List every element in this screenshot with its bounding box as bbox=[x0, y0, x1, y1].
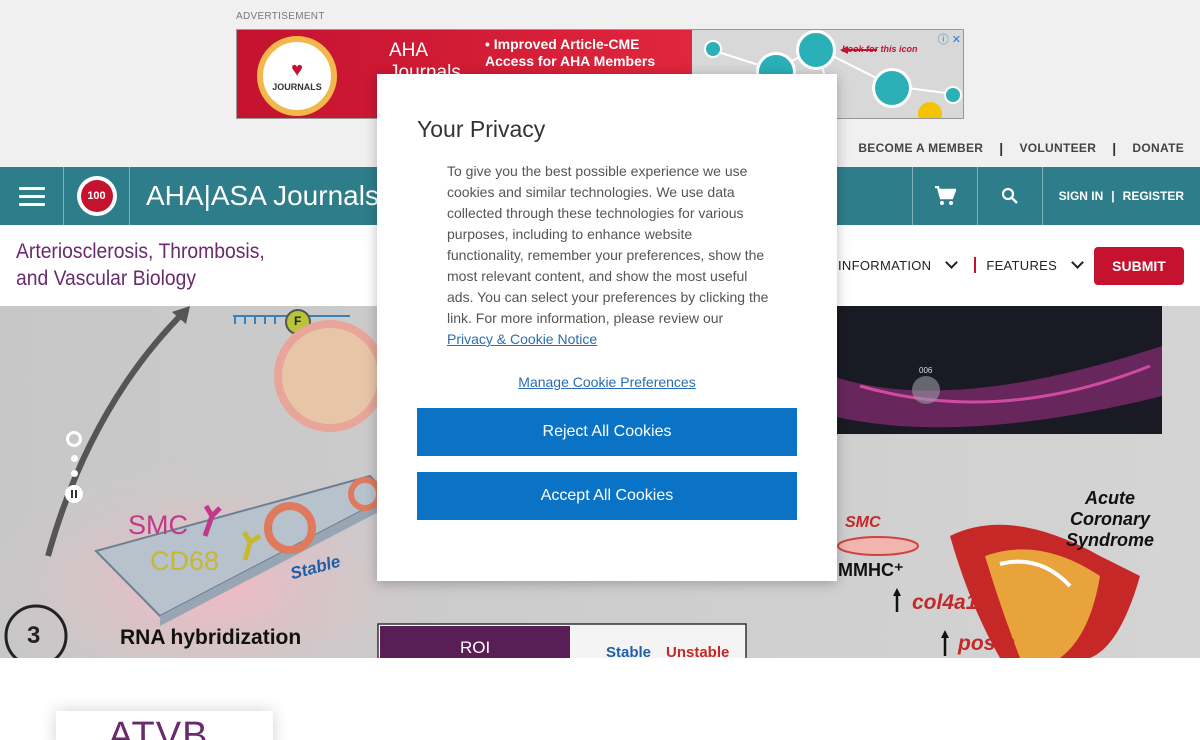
reject-all-cookies-button[interactable]: Reject All Cookies bbox=[417, 408, 797, 456]
manage-cookie-preferences-link[interactable]: Manage Cookie Preferences bbox=[518, 374, 695, 390]
privacy-modal: Your Privacy To give you the best possib… bbox=[377, 74, 837, 581]
manage-preferences-container: Manage Cookie Preferences bbox=[377, 374, 837, 390]
privacy-notice-link[interactable]: Privacy & Cookie Notice bbox=[447, 331, 597, 347]
accept-all-cookies-button[interactable]: Accept All Cookies bbox=[417, 472, 797, 520]
modal-overlay: Your Privacy To give you the best possib… bbox=[0, 0, 1200, 740]
modal-body-text: To give you the best possible experience… bbox=[447, 163, 769, 326]
modal-title: Your Privacy bbox=[417, 116, 546, 142]
modal-body: To give you the best possible experience… bbox=[447, 161, 772, 350]
